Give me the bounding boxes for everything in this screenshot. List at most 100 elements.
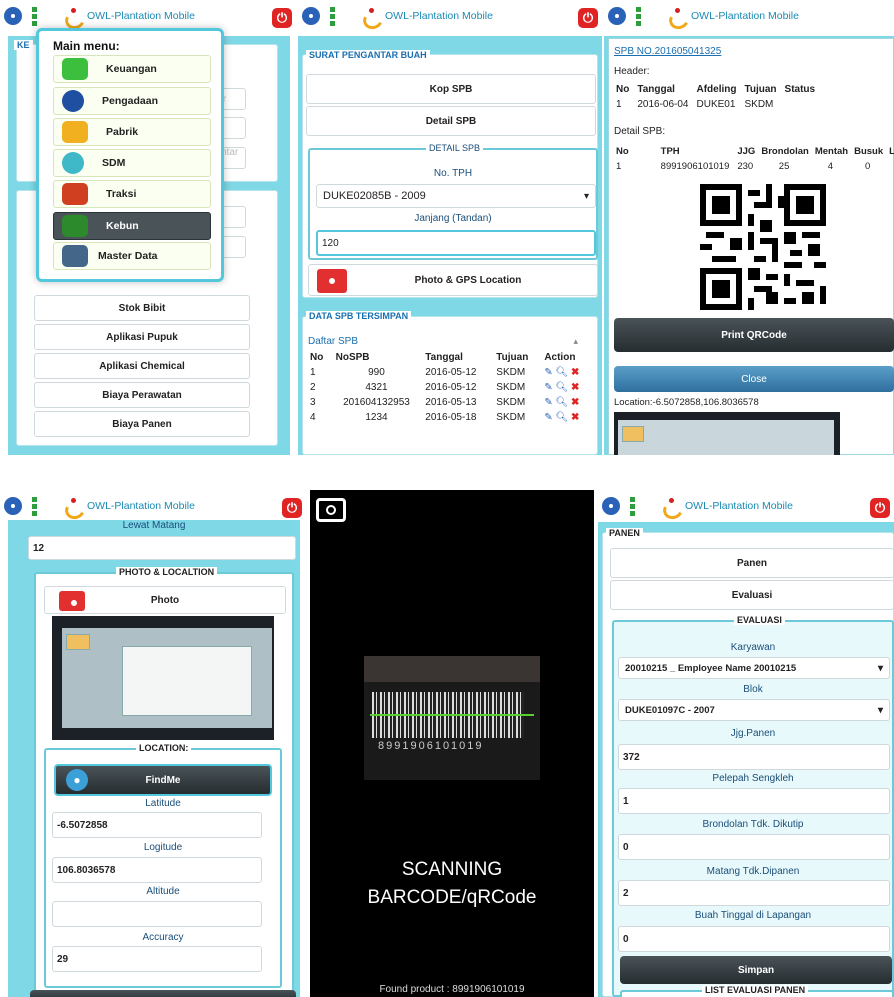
edit-pencil-icon[interactable]: ✎: [544, 367, 552, 378]
menu-item-pabrik[interactable]: Pabrik: [53, 118, 211, 146]
matang-tdk-dipanen-label: Matang Tdk.Dipanen: [706, 866, 800, 877]
pelepah-sengkleh-label: Pelepah Sengkleh: [712, 773, 794, 784]
app-title: OWL-Plantation Mobile: [685, 500, 793, 512]
photo-location-legend: PHOTO & LOCALTION: [116, 567, 218, 577]
kop-spb-button[interactable]: Kop SPB: [306, 74, 596, 104]
kebab-menu-icon[interactable]: [32, 496, 37, 516]
simpan-button[interactable]: Simpan: [620, 956, 892, 984]
col-jjg: JJG: [737, 146, 756, 157]
settings-gear-icon[interactable]: [302, 7, 320, 25]
cell-nospb: 1234: [365, 412, 388, 423]
print-qrcode-button[interactable]: Print QRCode: [614, 318, 894, 352]
camera-switch-icon[interactable]: [316, 498, 346, 522]
table-row: 1 990 2016-05-12 SKDM ✎ 🔍︎ ✖: [306, 365, 592, 380]
panen-legend: PANEN: [606, 528, 643, 538]
panen-button[interactable]: Panen: [610, 548, 894, 578]
spb-number-link[interactable]: SPB NO.201605041325: [614, 46, 721, 57]
delete-icon[interactable]: ✖: [571, 367, 579, 378]
power-icon[interactable]: ⏻: [282, 498, 302, 518]
brondolan-tdk-dikutip-input[interactable]: 0: [618, 834, 890, 860]
delete-icon[interactable]: ✖: [571, 412, 579, 423]
menu-item-label: Kebun: [106, 220, 139, 232]
no-tph-select[interactable]: DUKE02085B - 2009: [316, 184, 596, 208]
settings-gear-icon[interactable]: [608, 7, 626, 25]
cell-brondolan: 25: [778, 161, 790, 172]
photo-button[interactable]: Photo: [44, 586, 286, 614]
logitude-input[interactable]: 106.8036578: [52, 857, 262, 883]
app-logo: OWL-Plantation Mobile: [661, 498, 793, 514]
power-icon[interactable]: ⏻: [578, 8, 598, 28]
latitude-input[interactable]: -6.5072858: [52, 812, 262, 838]
close-button[interactable]: Close: [614, 366, 894, 392]
karyawan-select[interactable]: 20010215 _ Employee Name 20010215: [618, 657, 890, 679]
detail-spb-button[interactable]: Detail SPB: [306, 106, 596, 136]
janjang-label: Janjang (Tandan): [414, 213, 492, 224]
app-title: OWL-Plantation Mobile: [691, 10, 799, 22]
altitude-input[interactable]: [52, 901, 262, 927]
app-title: OWL-Plantation Mobile: [87, 10, 195, 22]
location-photo: [614, 412, 840, 455]
kebab-menu-icon[interactable]: [630, 496, 635, 516]
janjang-input[interactable]: 120: [316, 230, 596, 256]
menu-item-label: Traksi: [106, 188, 137, 200]
findme-button[interactable]: ● FindMe: [54, 764, 272, 796]
menu-item-kebun[interactable]: Kebun: [53, 212, 211, 240]
kebab-menu-icon[interactable]: [32, 6, 37, 26]
settings-gear-icon[interactable]: [4, 497, 22, 515]
collapse-icon[interactable]: ▴: [573, 336, 578, 347]
row-actions: ✎ 🔍︎ ✖: [540, 410, 592, 425]
aplikasi-chemical-button[interactable]: Aplikasi Chemical: [34, 353, 250, 379]
menu-item-traksi[interactable]: Traksi: [53, 180, 211, 208]
brondolan-tdk-dikutip-label: Brondolan Tdk. Dikutip: [702, 819, 804, 830]
photo-gps-button[interactable]: Photo & GPS Location: [308, 264, 598, 296]
matang-tdk-dipanen-input[interactable]: 2: [618, 880, 890, 906]
header-label: Header:: [614, 66, 650, 77]
col-tph: TPH: [660, 146, 680, 157]
aplikasi-pupuk-button[interactable]: Aplikasi Pupuk: [34, 324, 250, 350]
panel-surat-pengantar-buah: OWL-Plantation Mobile ⏻ SURAT PENGANTAR …: [298, 0, 602, 455]
app-bar: OWL-Plantation Mobile ⏻: [0, 490, 306, 522]
edit-pencil-icon[interactable]: ✎: [544, 412, 552, 423]
buah-tinggal-input[interactable]: 0: [618, 926, 890, 952]
cell-no: 2: [310, 382, 316, 393]
col-tanggal: Tanggal: [425, 352, 463, 363]
cell-no: 4: [310, 412, 316, 423]
menu-item-pengadaan[interactable]: Pengadaan: [53, 87, 211, 115]
biaya-panen-button[interactable]: Biaya Panen: [34, 411, 250, 437]
search-icon[interactable]: 🔍︎: [555, 382, 568, 393]
search-icon[interactable]: 🔍︎: [555, 397, 568, 408]
settings-gear-icon[interactable]: [4, 7, 22, 25]
biaya-perawatan-button[interactable]: Biaya Perawatan: [34, 382, 250, 408]
app-logo: OWL-Plantation Mobile: [667, 8, 799, 24]
table-row: 2 4321 2016-05-12 SKDM ✎ 🔍︎ ✖: [306, 380, 592, 395]
delete-icon[interactable]: ✖: [571, 397, 579, 408]
power-icon[interactable]: ⏻: [870, 498, 890, 518]
delete-icon[interactable]: ✖: [571, 382, 579, 393]
edit-pencil-icon[interactable]: ✎: [544, 397, 552, 408]
detail-spb-table: No TPH JJG Brondolan Mentah Busuk LewatMat 1 89…: [612, 144, 894, 174]
edit-pencil-icon[interactable]: ✎: [544, 382, 552, 393]
cell-no: 1: [616, 161, 622, 172]
col-mentah: Mentah: [814, 146, 849, 157]
jjg-panen-input[interactable]: 372: [618, 744, 890, 770]
bottom-button-partial[interactable]: [30, 990, 296, 997]
kebab-menu-icon[interactable]: [330, 6, 335, 26]
accuracy-input[interactable]: 29: [52, 946, 262, 972]
evaluasi-button[interactable]: Evaluasi: [610, 580, 894, 610]
menu-item-master-data[interactable]: Master Data: [53, 242, 211, 270]
cell-no: 1: [310, 367, 316, 378]
menu-item-keuangan[interactable]: Keuangan: [53, 55, 211, 83]
menu-item-sdm[interactable]: SDM: [53, 149, 211, 177]
settings-gear-icon[interactable]: [602, 497, 620, 515]
lewat-matang-input[interactable]: 12: [28, 536, 296, 560]
stok-bibit-button[interactable]: Stok Bibit: [34, 295, 250, 321]
kebab-menu-icon[interactable]: [636, 6, 641, 26]
blok-select[interactable]: DUKE01097C - 2007: [618, 699, 890, 721]
search-icon[interactable]: 🔍︎: [555, 412, 568, 423]
table-row: 4 1234 2016-05-18 SKDM ✎ 🔍︎ ✖: [306, 410, 592, 425]
evaluasi-legend: EVALUASI: [734, 615, 785, 625]
col-tujuan: Tujuan: [744, 84, 777, 95]
power-icon[interactable]: ⏻: [272, 8, 292, 28]
pelepah-sengkleh-input[interactable]: 1: [618, 788, 890, 814]
search-icon[interactable]: 🔍︎: [555, 367, 568, 378]
